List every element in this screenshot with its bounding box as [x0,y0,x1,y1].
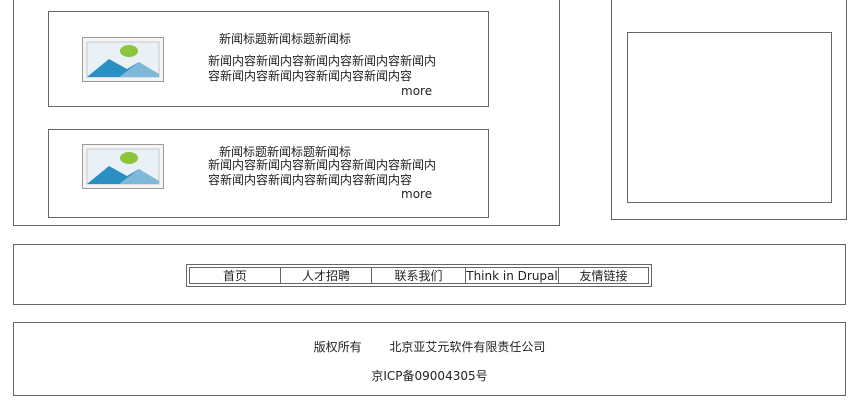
image-placeholder-icon[interactable] [82,144,164,189]
news-item: 新闻标题新闻标题新闻标 新闻内容新闻内容新闻内容新闻内容新闻内容新闻内容新闻内容… [48,11,489,107]
nav-contact[interactable]: 联系我们 [372,268,466,283]
nav-friend-links[interactable]: 友情链接 [559,268,648,283]
sidebar-content-box [627,32,832,203]
nav-panel: 首页 人才招聘 联系我们 Think in Drupal 友情链接 [13,244,846,305]
nav-jobs[interactable]: 人才招聘 [281,268,372,283]
news-panel: 新闻标题新闻标题新闻标 新闻内容新闻内容新闻内容新闻内容新闻内容新闻内容新闻内容… [13,0,560,226]
sidebar-panel [611,0,847,220]
news-title[interactable]: 新闻标题新闻标题新闻标 [219,30,351,47]
nav-home[interactable]: 首页 [190,268,281,283]
footer: 版权所有 北京亚艾元软件有限责任公司 京ICP备09004305号 [13,322,846,396]
more-link[interactable]: more [401,187,432,201]
company-name: 北京亚艾元软件有限责任公司 [389,340,546,354]
image-placeholder-icon[interactable] [82,37,164,82]
nav-think-in-drupal[interactable]: Think in Drupal [466,268,559,283]
news-body: 新闻内容新闻内容新闻内容新闻内容新闻内容新闻内容新闻内容新闻内容新闻内容 [208,54,437,83]
more-link[interactable]: more [401,84,432,98]
news-item: 新闻标题新闻标题新闻标 新闻内容新闻内容新闻内容新闻内容新闻内容新闻内容新闻内容… [48,129,489,218]
copyright-text: 版权所有 [313,340,362,354]
news-body: 新闻内容新闻内容新闻内容新闻内容新闻内容新闻内容新闻内容新闻内容新闻内容 [208,158,437,187]
main-nav: 首页 人才招聘 联系我们 Think in Drupal 友情链接 [186,264,652,287]
icp-number[interactable]: 京ICP备09004305号 [14,367,845,384]
